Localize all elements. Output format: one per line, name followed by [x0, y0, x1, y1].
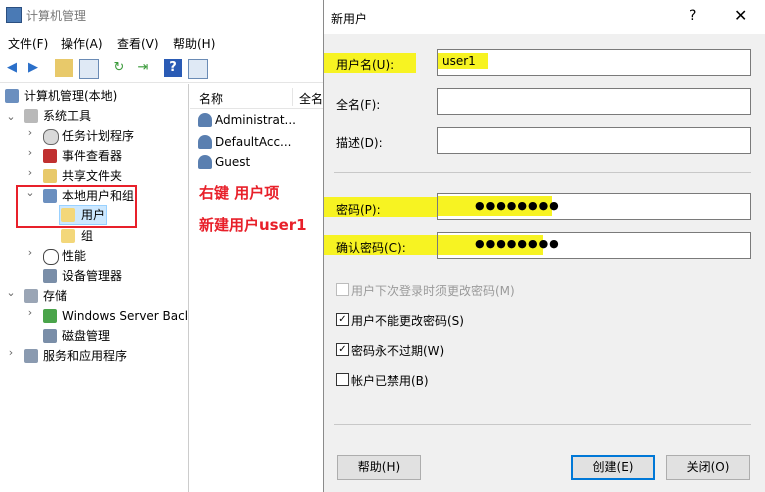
tree-task-scheduler[interactable]: 任务计划程序 — [62, 126, 134, 146]
close-icon[interactable]: ✕ — [734, 6, 747, 25]
description-field[interactable] — [437, 127, 751, 154]
never-expires-checkbox[interactable]: ✓ — [336, 343, 349, 356]
help-icon[interactable]: ? — [164, 59, 182, 77]
forward-arrow-icon[interactable]: ▶ — [24, 59, 42, 77]
username-label: 用户名(U): — [336, 58, 395, 72]
event-viewer-icon — [43, 149, 57, 163]
tree-root[interactable]: 计算机管理(本地) — [24, 86, 117, 106]
backup-icon — [43, 309, 57, 323]
storage-icon — [24, 289, 38, 303]
folder-icon — [61, 229, 75, 243]
window-title: 计算机管理 — [26, 9, 87, 23]
description-label: 描述(D): — [336, 136, 383, 150]
services-icon — [24, 349, 38, 363]
must-change-checkbox — [336, 283, 349, 296]
computer-icon — [5, 89, 19, 103]
cannot-change-checkbox[interactable]: ✓ — [336, 313, 349, 326]
must-change-label: 用户下次登录时须更改密码(M) — [351, 284, 515, 298]
chevron-down-icon[interactable]: ⌄ — [5, 286, 17, 299]
user-icon — [198, 113, 212, 127]
never-expires-label[interactable]: 密码永不过期(W) — [351, 342, 444, 359]
clock-icon — [43, 129, 59, 145]
device-manager-icon — [43, 269, 57, 283]
shared-folder-icon — [43, 169, 57, 183]
tree-device-manager[interactable]: 设备管理器 — [62, 266, 122, 286]
chevron-right-icon[interactable]: › — [24, 306, 36, 319]
list-item[interactable]: DefaultAcc... — [215, 132, 291, 152]
help-button[interactable]: 帮助(H) — [337, 455, 421, 480]
properties-icon[interactable] — [188, 59, 208, 79]
menu-file[interactable]: 文件(F) — [8, 35, 48, 52]
help-icon[interactable]: ? — [689, 8, 696, 24]
tree-disk-management[interactable]: 磁盘管理 — [62, 326, 110, 346]
chevron-down-icon[interactable]: ⌄ — [5, 110, 17, 123]
tools-icon — [24, 109, 38, 123]
cannot-change-label[interactable]: 用户不能更改密码(S) — [351, 312, 464, 329]
chevron-right-icon[interactable]: › — [5, 346, 17, 359]
computer-management-icon — [6, 7, 22, 23]
chevron-right-icon[interactable]: › — [24, 126, 36, 139]
column-divider — [292, 88, 293, 106]
show-hide-tree-icon[interactable] — [79, 59, 99, 79]
back-arrow-icon[interactable]: ◀ — [3, 59, 21, 77]
tree-services-apps[interactable]: 服务和应用程序 — [43, 346, 127, 366]
tree-event-viewer[interactable]: 事件查看器 — [62, 146, 122, 166]
confirm-password-label: 确认密码(C): — [336, 241, 406, 255]
up-folder-icon[interactable] — [55, 59, 73, 77]
annotation-text: 新建用户user1 — [199, 216, 307, 234]
refresh-icon[interactable]: ↻ — [110, 59, 128, 77]
annotation-text: 右键 用户项 — [199, 184, 280, 202]
menu-help[interactable]: 帮助(H) — [173, 35, 215, 52]
dialog-title: 新用户 — [331, 12, 368, 26]
close-button[interactable]: 关闭(O) — [666, 455, 750, 480]
menu-view[interactable]: 查看(V) — [117, 35, 159, 52]
disk-icon — [43, 329, 57, 343]
separator — [334, 172, 751, 173]
confirm-password-value: ●●●●●●●● — [475, 237, 560, 250]
annotation-box — [16, 185, 137, 228]
export-list-icon[interactable]: ⇥ — [134, 59, 152, 77]
column-name[interactable]: 名称 — [199, 90, 223, 107]
tree-windows-server-backup[interactable]: Windows Server Back — [62, 306, 187, 326]
list-item[interactable]: Guest — [215, 152, 250, 172]
list-item[interactable]: Administrat... — [215, 110, 296, 130]
chevron-right-icon[interactable]: › — [24, 146, 36, 159]
menu-action[interactable]: 操作(A) — [61, 35, 103, 52]
tree-performance[interactable]: 性能 — [62, 246, 86, 266]
fullname-label: 全名(F): — [336, 98, 381, 112]
separator — [334, 424, 751, 425]
tree-system-tools[interactable]: 系统工具 — [43, 106, 91, 126]
user-icon — [198, 135, 212, 149]
column-fullname[interactable]: 全名 — [299, 90, 323, 107]
dialog-title-bar — [324, 0, 765, 34]
password-value: ●●●●●●●● — [475, 199, 560, 212]
chevron-right-icon[interactable]: › — [24, 166, 36, 179]
chevron-right-icon[interactable]: › — [24, 246, 36, 259]
tree-storage[interactable]: 存储 — [43, 286, 67, 306]
account-disabled-checkbox[interactable] — [336, 373, 349, 386]
fullname-field[interactable] — [437, 88, 751, 115]
account-disabled-label[interactable]: 帐户已禁用(B) — [351, 372, 429, 389]
username-value: user1 — [442, 54, 476, 68]
tree-shared-folders[interactable]: 共享文件夹 — [62, 166, 122, 186]
create-button[interactable]: 创建(E) — [571, 455, 655, 480]
tree-groups[interactable]: 组 — [81, 226, 93, 246]
performance-icon — [43, 249, 59, 265]
user-icon — [198, 155, 212, 169]
password-label: 密码(P): — [336, 203, 381, 217]
